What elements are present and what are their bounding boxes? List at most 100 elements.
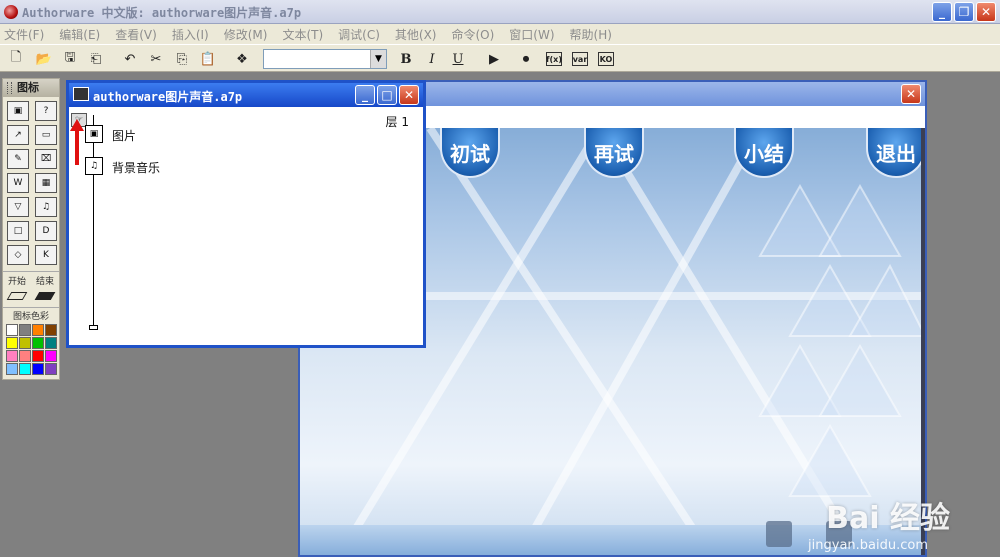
flowchart-canvas[interactable]: 层 1 ☞ ▣ 图片 ♫ 背景音乐 (69, 107, 423, 345)
color-swatch[interactable] (6, 324, 18, 336)
color-swatch[interactable] (45, 363, 57, 375)
flowchart-maximize-button[interactable]: □ (377, 85, 397, 105)
open-icon[interactable]: 📂 (34, 49, 54, 69)
find-icon[interactable]: ❖ (232, 49, 252, 69)
color-swatch[interactable] (6, 363, 18, 375)
color-swatch[interactable] (32, 324, 44, 336)
bold-button[interactable]: B (396, 49, 416, 69)
framework-icon[interactable]: □ (7, 221, 29, 241)
variables-button[interactable]: var (572, 52, 588, 66)
color-swatch[interactable] (19, 363, 31, 375)
undo-icon[interactable]: ↶ (120, 49, 140, 69)
import-icon[interactable]: ⎗ (86, 49, 106, 69)
run-icon[interactable]: ▶ (484, 49, 504, 69)
icon-color-swatches (3, 322, 59, 377)
cut-icon[interactable]: ✂ (146, 49, 166, 69)
menu-other[interactable]: 其他(X) (395, 26, 437, 43)
ko-icon[interactable]: K (35, 245, 57, 265)
menu-insert[interactable]: 插入(I) (172, 26, 209, 43)
menu-command[interactable]: 命令(O) (451, 26, 494, 43)
start-flag-label: 开始 (7, 277, 26, 287)
motion-icon[interactable]: ↗ (7, 125, 29, 145)
chevron-down-icon[interactable]: ▼ (370, 50, 386, 68)
start-flag-icon[interactable] (6, 292, 28, 300)
palette-title: 图标 (3, 79, 59, 97)
menu-modify[interactable]: 修改(M) (224, 26, 268, 43)
style-combobox[interactable]: ▼ (263, 49, 387, 69)
menu-edit[interactable]: 编辑(E) (59, 26, 100, 43)
display-icon[interactable]: ▣ (7, 101, 29, 121)
color-swatch[interactable] (19, 324, 31, 336)
sound-icon[interactable]: ♫ (35, 197, 57, 217)
flowchart-titlebar: authorware图片声音.a7p _ □ ✕ (69, 83, 423, 107)
menu-window[interactable]: 窗口(W) (509, 26, 554, 43)
menu-debug[interactable]: 调试(C) (338, 26, 380, 43)
baidu-watermark: Bai 经验 (826, 501, 950, 536)
color-swatch[interactable] (45, 324, 57, 336)
flowchart-window: authorware图片声音.a7p _ □ ✕ 层 1 ☞ ▣ 图片 ♫ 背景… (66, 80, 426, 348)
flow-node-label[interactable]: 背景音乐 (112, 159, 160, 176)
end-flag-label: 结束 (35, 277, 54, 287)
color-swatch[interactable] (6, 350, 18, 362)
start-end-labels: 开始 结束 (3, 271, 59, 287)
palette-icon-grid: ▣ ? ↗ ▭ ✎ ⌧ W ▦ ▽ ♫ □ D ◇ K (3, 97, 59, 269)
end-flag-icon[interactable] (34, 292, 56, 300)
flowchart-title: authorware图片声音.a7p (93, 90, 243, 104)
knowledge-objects-button[interactable]: KO (598, 52, 614, 66)
restore-button[interactable]: ❐ (954, 2, 974, 22)
color-swatch[interactable] (19, 350, 31, 362)
nav-back-icon[interactable] (766, 521, 792, 547)
app-title: Authorware 中文版: authorware图片声音.a7p (22, 6, 302, 20)
menu-bar: 文件(F) 编辑(E) 查看(V) 插入(I) 修改(M) 文本(T) 调试(C… (0, 24, 1000, 44)
presentation-close-button[interactable]: ✕ (901, 84, 921, 104)
baidu-watermark-url: jingyan.baidu.com (808, 538, 928, 553)
interaction-icon[interactable]: ⌧ (35, 149, 57, 169)
color-swatch[interactable] (19, 337, 31, 349)
dvd-icon[interactable]: D (35, 221, 57, 241)
color-swatch[interactable] (45, 337, 57, 349)
wait-button-icon[interactable]: W (7, 173, 29, 193)
decision-icon[interactable]: ▽ (7, 197, 29, 217)
new-icon[interactable]: 🗋 (6, 49, 26, 69)
italic-button[interactable]: I (422, 49, 442, 69)
icon-color-label: 图标色彩 (3, 307, 59, 322)
flowchart-close-button[interactable]: ✕ (399, 85, 419, 105)
icon-palette: 图标 ▣ ? ↗ ▭ ✎ ⌧ W ▦ ▽ ♫ □ D ◇ K 开始 结束 图标色… (2, 78, 60, 380)
display-icon[interactable]: ▣ (85, 125, 103, 143)
close-button[interactable]: ✕ (976, 2, 996, 22)
stage-right-edge (921, 128, 925, 555)
color-swatch[interactable] (32, 363, 44, 375)
minimize-button[interactable]: _ (932, 2, 952, 22)
calculation-icon[interactable]: ✎ (7, 149, 29, 169)
sound-icon[interactable]: ♫ (85, 157, 103, 175)
menu-view[interactable]: 查看(V) (115, 26, 157, 43)
paste-icon[interactable]: 📋 (198, 49, 218, 69)
layer-label: 层 1 (385, 115, 409, 129)
functions-button[interactable]: f(x) (546, 52, 562, 66)
flowchart-window-controls: _ □ ✕ (355, 85, 419, 105)
flowline (93, 115, 94, 327)
color-swatch[interactable] (45, 350, 57, 362)
menu-help[interactable]: 帮助(H) (570, 26, 612, 43)
erase-icon[interactable]: ▭ (35, 125, 57, 145)
flowchart-minimize-button[interactable]: _ (355, 85, 375, 105)
color-swatch[interactable] (6, 337, 18, 349)
underline-button[interactable]: U (448, 49, 468, 69)
window-controls: _ ❐ ✕ (932, 2, 996, 22)
map-icon[interactable]: ◇ (7, 245, 29, 265)
movie-icon[interactable]: ▦ (35, 173, 57, 193)
flow-node-label[interactable]: 图片 (112, 127, 136, 144)
flowline-end-marker (89, 325, 98, 330)
menu-file[interactable]: 文件(F) (4, 26, 44, 43)
color-swatch[interactable] (32, 337, 44, 349)
control-panel-icon[interactable]: ⏺ (516, 49, 536, 69)
red-arrow-annotation-icon (70, 119, 84, 165)
flowchart-window-icon (73, 87, 89, 101)
save-all-icon[interactable]: 🖫 (60, 49, 80, 69)
menu-text[interactable]: 文本(T) (282, 26, 323, 43)
wait-icon[interactable]: ? (35, 101, 57, 121)
toolbar: 🗋 📂 🖫 ⎗ ↶ ✂ ⎘ 📋 ❖ ▼ B I U ▶ ⏺ f(x) var K… (0, 44, 1000, 72)
app-titlebar: Authorware 中文版: authorware图片声音.a7p _ ❐ ✕ (0, 0, 1000, 24)
copy-icon[interactable]: ⎘ (172, 49, 192, 69)
color-swatch[interactable] (32, 350, 44, 362)
